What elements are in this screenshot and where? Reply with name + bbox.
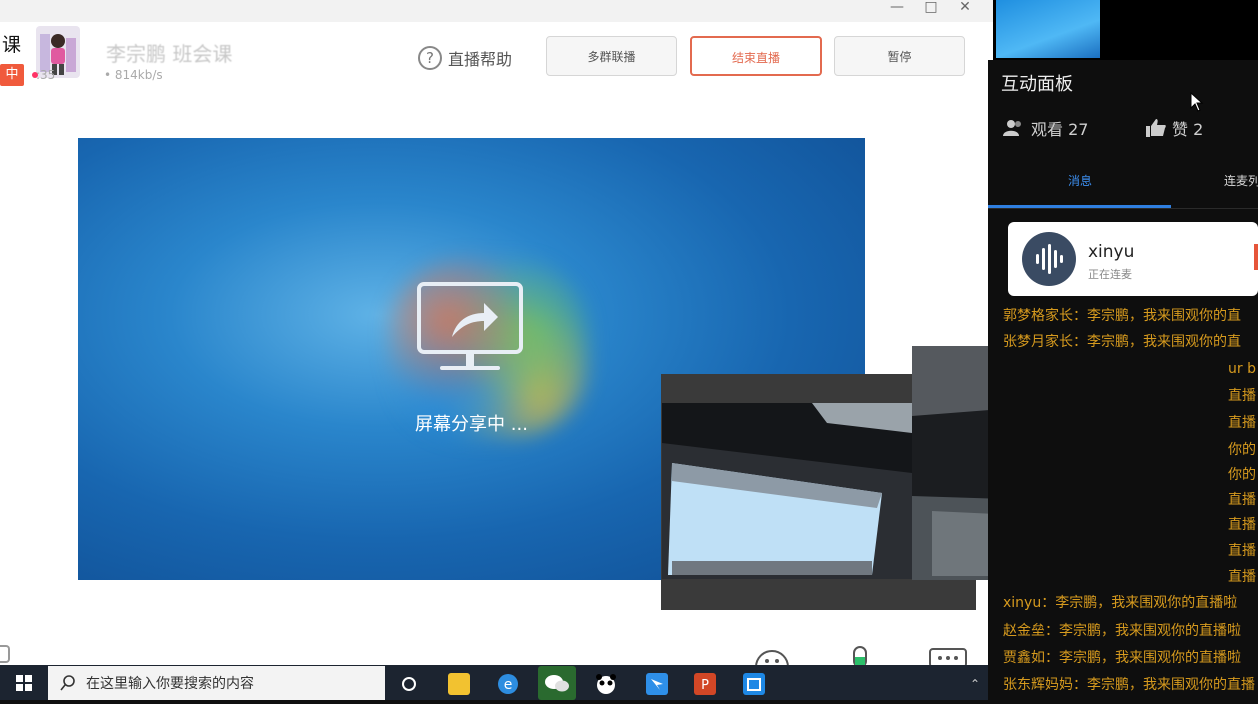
panel-title: 互动面板 [1001, 74, 1073, 95]
title-bar [0, 0, 993, 22]
search-placeholder: 在这里输入你要搜索的内容 [86, 676, 254, 692]
windows-start-icon[interactable] [0, 665, 48, 700]
viewer-count-label: 观看 27 [1031, 120, 1089, 139]
taskbar-search-input[interactable]: 在这里输入你要搜索的内容 [48, 666, 385, 700]
end-live-button[interactable]: 结束直播 [690, 36, 822, 76]
chat-message: 赵金垒：李宗鹏，我来围观你的直播啦 [1003, 623, 1241, 639]
question-icon: ? [418, 46, 442, 70]
chat-fragment: 直播 [1228, 415, 1256, 431]
chat-fragment: 直播 [1228, 569, 1256, 585]
chat-message: 张梦月家长：李宗鹏，我来围观你的直 [1003, 334, 1241, 350]
cohost-status: 正在连麦 [1088, 268, 1132, 281]
help-button[interactable]: ? 直播帮助 [418, 44, 512, 72]
task-view-icon[interactable] [398, 673, 420, 695]
audio-wave-icon [1022, 232, 1076, 286]
mouse-cursor-icon [1190, 91, 1204, 116]
tab-cohost-list[interactable]: 连麦列 [1224, 172, 1258, 189]
bitrate-value: 814kb/s [114, 68, 163, 82]
bitrate-readout: • 814kb/s [104, 68, 163, 82]
emoji-icon[interactable] [752, 645, 792, 668]
more-options-icon[interactable] [928, 645, 968, 668]
like-count-label: 赞 2 [1172, 120, 1204, 139]
screen-share-icon [416, 281, 526, 381]
chat-message: 贾鑫如：李宗鹏，我来围观你的直播啦 [1003, 650, 1241, 666]
chat-message: 郭梦格家长：李宗鹏，我来围观你的直 [1003, 308, 1241, 324]
cohost-video [662, 403, 912, 579]
edge-browser-icon[interactable]: e [497, 673, 519, 695]
chat-fragment: ur b [1228, 361, 1256, 377]
chat-message: xinyu：李宗鹏，我来围观你的直播啦 [1003, 595, 1238, 611]
users-icon [1003, 120, 1021, 136]
calendar-app-icon[interactable] [743, 673, 765, 695]
panda-app-icon[interactable] [595, 673, 617, 695]
chat-fragment: 直播 [1228, 388, 1256, 404]
search-icon [60, 675, 75, 691]
dingtalk-icon[interactable] [646, 673, 668, 695]
minimize-icon[interactable]: — [882, 0, 912, 18]
course-label: 课 [2, 34, 22, 56]
live-status-badge: 中 [0, 64, 24, 86]
microphone-icon[interactable] [840, 645, 880, 668]
powerpoint-icon[interactable]: P [694, 673, 716, 695]
chat-message: 张东辉妈妈：李宗鹏，我来围观你的直播 [1003, 677, 1255, 693]
pause-button[interactable]: 暂停 [834, 36, 965, 76]
help-label: 直播帮助 [448, 50, 513, 69]
file-explorer-icon[interactable] [448, 673, 470, 695]
maximize-icon[interactable]: □ [916, 0, 946, 18]
svg-text:e: e [504, 677, 513, 693]
svg-text:P: P [701, 678, 709, 693]
chat-fragment: 直播 [1228, 543, 1256, 559]
chat-fragment: 直播 [1228, 492, 1256, 508]
chat-fragment: 直播 [1228, 517, 1256, 533]
tab-messages[interactable]: 消息 [1060, 172, 1100, 189]
like-count: 赞 2 [1146, 116, 1203, 140]
multi-group-broadcast-button[interactable]: 多群联播 [546, 36, 677, 76]
chat-fragment: 你的 [1228, 467, 1256, 483]
collapse-handle-icon[interactable] [0, 645, 10, 663]
wechat-icon[interactable] [538, 666, 576, 700]
cohost-name: xinyu [1088, 242, 1135, 262]
desktop-thumbnail [996, 0, 1100, 58]
tab-divider [988, 208, 1258, 209]
live-timer: :35 [36, 68, 56, 82]
thumbs-up-icon [1146, 119, 1166, 137]
page-title: 李宗鹏 班会课 [106, 42, 233, 66]
viewer-count: 观看 27 [1003, 116, 1088, 140]
tray-chevron-icon[interactable]: ⌃ [970, 677, 980, 691]
close-icon[interactable]: ✕ [950, 0, 980, 18]
chat-fragment: 你的 [1228, 442, 1256, 458]
cohost-status-marker [1254, 244, 1258, 270]
